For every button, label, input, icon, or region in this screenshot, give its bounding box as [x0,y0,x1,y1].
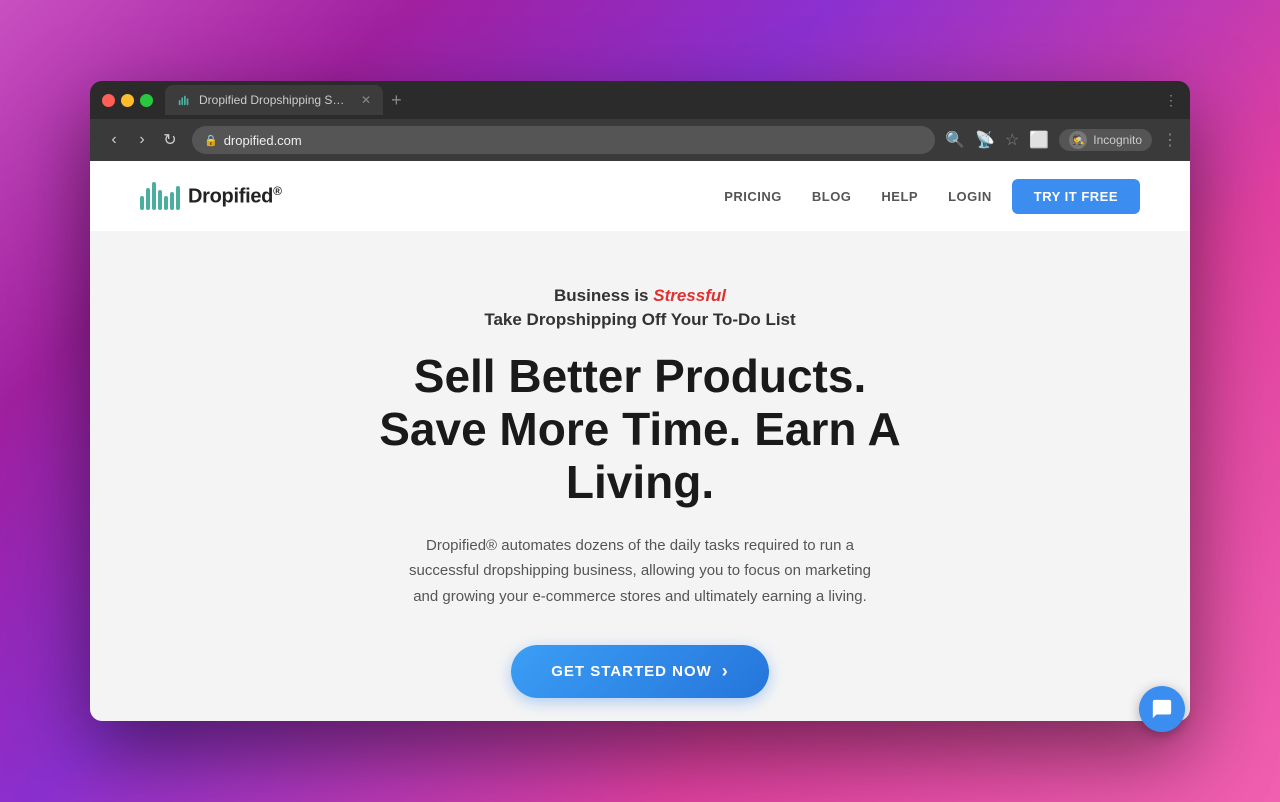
window-controls: ⋮ [1164,92,1178,109]
logo-bar-6 [170,192,174,210]
bookmark-icon[interactable]: ☆ [1005,130,1019,150]
incognito-icon: 🕵 [1069,131,1087,149]
nav-link-pricing[interactable]: PRICING [724,189,782,204]
tab-favicon [177,93,191,107]
cta-arrow-icon: › [722,661,729,682]
chat-button[interactable] [1139,686,1185,732]
new-tab-button[interactable]: + [383,85,410,115]
logo-bar-1 [140,196,144,210]
back-button[interactable]: ‹ [102,128,126,152]
nav-buttons: ‹ › ↻ [102,128,182,152]
logo-bars-icon [140,182,180,210]
logo-bar-3 [152,182,156,210]
try-it-free-button[interactable]: TRY IT FREE [1012,179,1140,214]
nav-links: PRICING BLOG HELP LOGIN [724,189,992,204]
chat-icon [1151,698,1173,720]
logo-bar-4 [158,190,162,210]
minimize-traffic-light[interactable] [121,94,134,107]
cta-label: GET STARTED NOW [551,663,712,680]
logo-bar-2 [146,188,150,210]
tab-title: Dropified Dropshipping Softw... [199,93,349,107]
hero-section: Business is Stressful Take Dropshipping … [90,231,1190,721]
cta-button[interactable]: GET STARTED NOW › [511,645,769,698]
traffic-lights [102,94,153,107]
url-display: dropified.com [224,133,302,148]
search-icon[interactable]: 🔍 [945,130,965,150]
stressful-text: Stressful [653,286,726,305]
address-bar: ‹ › ↻ 🔒 dropified.com 🔍 📡 ☆ ⬜ 🕵 Incognit… [90,119,1190,161]
site-logo[interactable]: Dropified® [140,182,282,210]
logo-bar-5 [164,196,168,210]
maximize-traffic-light[interactable] [140,94,153,107]
incognito-badge[interactable]: 🕵 Incognito [1059,129,1152,151]
nav-link-login[interactable]: LOGIN [948,189,992,204]
url-bar[interactable]: 🔒 dropified.com [192,126,935,154]
more-options-icon[interactable]: ⋮ [1164,92,1178,109]
title-bar: Dropified Dropshipping Softw... ✕ + ⋮ [90,81,1190,119]
incognito-label: Incognito [1093,133,1142,147]
hero-title: Sell Better Products. Save More Time. Ea… [360,350,920,509]
menu-icon[interactable]: ⋮ [1162,130,1178,150]
forward-button[interactable]: › [130,128,154,152]
nav-link-help[interactable]: HELP [881,189,918,204]
nav-link-blog[interactable]: BLOG [812,189,852,204]
website-content: Dropified® PRICING BLOG HELP LOGIN TRY I… [90,161,1190,721]
logo-bar-7 [176,186,180,210]
tab-bar: Dropified Dropshipping Softw... ✕ + [165,85,1164,115]
lock-icon: 🔒 [204,134,218,147]
hero-description: Dropified® automates dozens of the daily… [400,533,880,610]
hero-tagline: Business is Stressful [554,286,726,306]
reload-button[interactable]: ↻ [158,128,182,152]
cast-icon[interactable]: 📡 [975,130,995,150]
site-nav: Dropified® PRICING BLOG HELP LOGIN TRY I… [90,161,1190,231]
close-traffic-light[interactable] [102,94,115,107]
browser-window: Dropified Dropshipping Softw... ✕ + ⋮ ‹ … [90,81,1190,721]
address-bar-right: 🔍 📡 ☆ ⬜ 🕵 Incognito ⋮ [945,129,1178,151]
extension-icon[interactable]: ⬜ [1029,130,1049,150]
logo-text: Dropified® [188,184,282,209]
active-tab[interactable]: Dropified Dropshipping Softw... ✕ [165,85,383,115]
hero-subtitle: Take Dropshipping Off Your To-Do List [484,310,795,330]
tab-close-icon[interactable]: ✕ [361,93,371,107]
